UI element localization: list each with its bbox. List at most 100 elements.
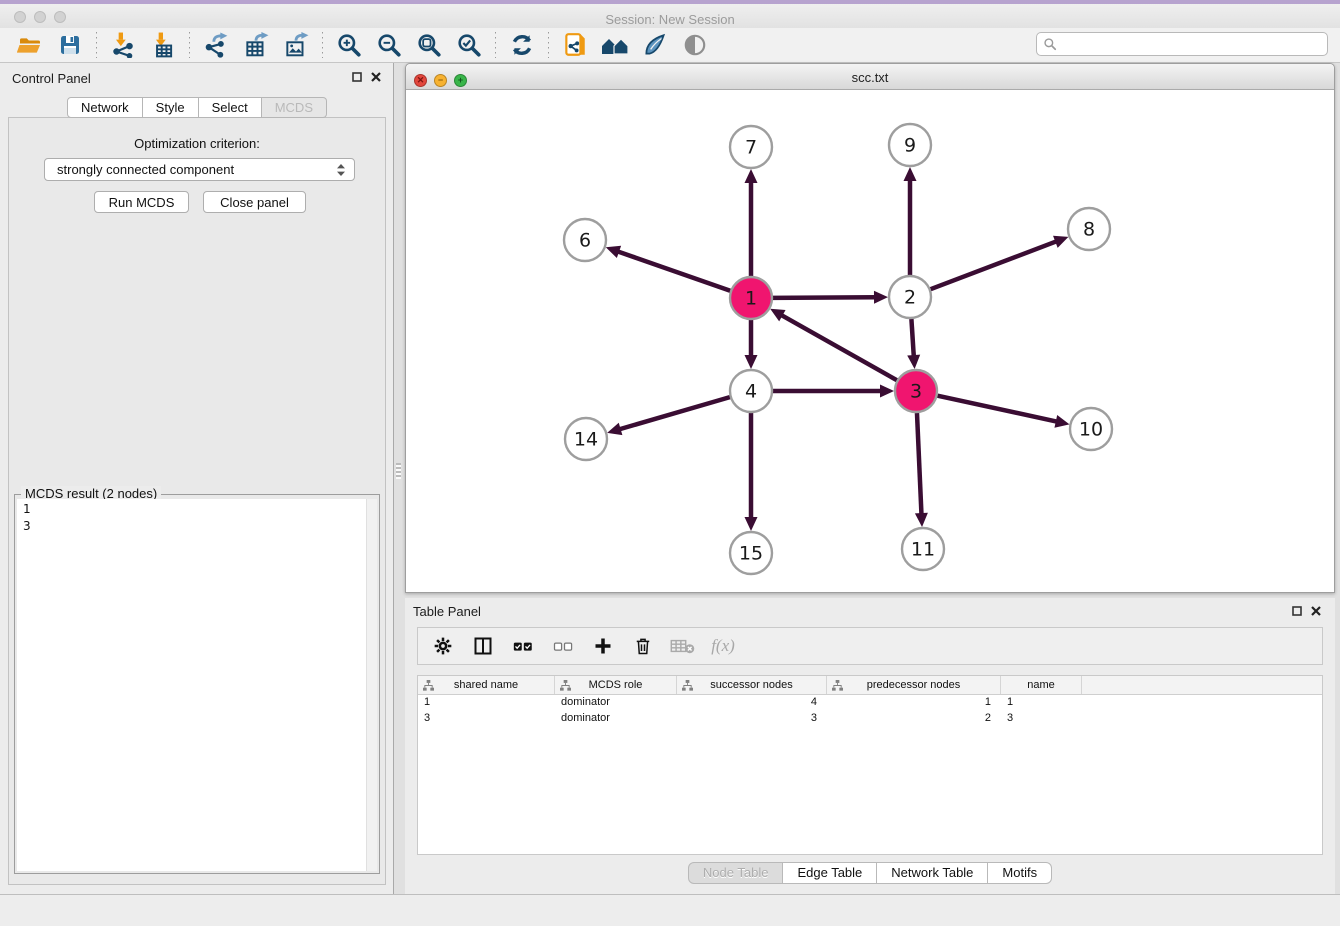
show-columns-button[interactable] (470, 633, 496, 659)
edge-arrowhead (1054, 415, 1069, 428)
network-graph[interactable]: 7968124314101511 (406, 90, 1334, 592)
open-session-button[interactable] (10, 30, 50, 60)
table-cell[interactable]: 3 (677, 711, 827, 727)
edge-1-2[interactable] (773, 297, 876, 298)
column-header-predecessor-nodes[interactable]: predecessor nodes (827, 676, 1001, 694)
run-mcds-button[interactable]: Run MCDS (94, 191, 189, 213)
edge-arrowhead (745, 355, 758, 369)
node-label-4: 4 (745, 381, 757, 403)
table-cell[interactable]: 3 (1001, 711, 1082, 727)
tab-motifs[interactable]: Motifs (988, 862, 1052, 884)
node-table[interactable]: shared nameMCDS rolesuccessor nodesprede… (417, 675, 1323, 855)
edge-arrowhead (874, 291, 888, 304)
table-cell[interactable]: 1 (827, 695, 1001, 711)
close-panel-icon[interactable] (371, 72, 381, 82)
table-cell[interactable]: 4 (677, 695, 827, 711)
zoom-selected-icon (456, 32, 482, 58)
zoom-out-icon (376, 32, 402, 58)
toolbar-separator (189, 32, 190, 58)
float-panel-icon[interactable] (352, 72, 362, 82)
search-input[interactable] (1036, 32, 1328, 56)
table-body: 1dominator4113dominator323 (418, 695, 1322, 727)
column-header-name[interactable]: name (1001, 676, 1082, 694)
node-label-15: 15 (739, 543, 763, 565)
refresh-layout-button[interactable] (502, 30, 542, 60)
network-view-window[interactable]: ✕−+ scc.txt 7968124314101511 (405, 63, 1335, 593)
panel-splitter-handle[interactable] (396, 463, 401, 479)
table-settings-button[interactable] (430, 633, 456, 659)
window-title: Session: New Session (0, 12, 1340, 27)
node-label-8: 8 (1083, 219, 1095, 241)
edge-3-1[interactable] (781, 315, 897, 381)
column-header-shared-name[interactable]: shared name (418, 676, 555, 694)
mcds-result-text[interactable]: 1 3 (17, 499, 367, 871)
close-panel-button[interactable]: Close panel (203, 191, 306, 213)
close-table-panel-icon[interactable] (1311, 606, 1321, 616)
node-label-9: 9 (904, 135, 916, 157)
main-titlebar[interactable]: Session: New Session (0, 4, 1340, 28)
node-label-6: 6 (579, 230, 591, 252)
tab-select[interactable]: Select (199, 97, 262, 118)
column-header-successor-nodes[interactable]: successor nodes (677, 676, 827, 694)
toolbar-separator (495, 32, 496, 58)
tab-edge-table[interactable]: Edge Table (783, 862, 877, 884)
tab-node-table[interactable]: Node Table (688, 862, 784, 884)
network-window-titlebar[interactable]: ✕−+ scc.txt (406, 64, 1334, 90)
table-row[interactable]: 3dominator323 (418, 711, 1322, 727)
import-table-button[interactable] (143, 30, 183, 60)
edge-3-10[interactable] (937, 396, 1057, 422)
deselect-all-columns-button[interactable] (550, 633, 576, 659)
edge-arrowhead (915, 513, 928, 527)
zoom-in-button[interactable] (329, 30, 369, 60)
table-cell[interactable]: 1 (1001, 695, 1082, 711)
select-all-columns-button[interactable] (510, 633, 536, 659)
edge-2-8[interactable] (931, 241, 1058, 289)
duplicate-network-icon (562, 32, 588, 58)
delete-column-button[interactable] (630, 633, 656, 659)
import-network-button[interactable] (103, 30, 143, 60)
open-folder-icon (17, 33, 43, 57)
eye-icon (682, 32, 708, 58)
float-table-panel-icon[interactable] (1292, 606, 1302, 616)
mcds-result-scrollbar[interactable] (366, 499, 377, 871)
table-cell[interactable]: dominator (555, 711, 677, 727)
column-header-MCDS-role[interactable]: MCDS role (555, 676, 677, 694)
tab-style[interactable]: Style (143, 97, 199, 118)
table-cell[interactable]: 1 (418, 695, 555, 711)
criterion-select[interactable]: strongly connected component (44, 158, 355, 181)
paintbrush-icon (642, 32, 668, 58)
table-panel-tabs: Node TableEdge TableNetwork TableMotifs (405, 862, 1335, 884)
table-row[interactable]: 1dominator411 (418, 695, 1322, 711)
zoom-fit-button[interactable] (409, 30, 449, 60)
zoom-out-button[interactable] (369, 30, 409, 60)
tab-network[interactable]: Network (67, 97, 143, 118)
edge-2-3[interactable] (911, 319, 913, 357)
edge-3-11[interactable] (917, 413, 922, 515)
edge-1-6[interactable] (617, 251, 730, 291)
export-table-button[interactable] (236, 30, 276, 60)
edge-4-14[interactable] (619, 397, 730, 429)
network-canvas[interactable]: 7968124314101511 (406, 90, 1334, 592)
tab-network-table[interactable]: Network Table (877, 862, 988, 884)
apply-style-button[interactable] (635, 30, 675, 60)
zoom-selected-button[interactable] (449, 30, 489, 60)
toolbar-separator (322, 32, 323, 58)
create-column-button[interactable] (590, 633, 616, 659)
duplicate-network-button[interactable] (555, 30, 595, 60)
first-neighbors-button[interactable] (595, 30, 635, 60)
table-cell[interactable]: 2 (827, 711, 1001, 727)
table-cell[interactable]: 3 (418, 711, 555, 727)
criterion-value: strongly connected component (57, 162, 234, 177)
export-image-button[interactable] (276, 30, 316, 60)
control-panel-title: Control Panel (12, 71, 91, 86)
table-panel: Table Panel (405, 598, 1335, 894)
export-network-icon (203, 32, 229, 58)
table-cell[interactable]: dominator (555, 695, 677, 711)
optimization-criterion-label: Optimization criterion: (0, 136, 394, 151)
control-panel-tabs: NetworkStyleSelectMCDS (0, 97, 394, 118)
show-hide-button[interactable] (675, 30, 715, 60)
tab-mcds[interactable]: MCDS (262, 97, 327, 118)
toolbar-separator (96, 32, 97, 58)
save-session-button[interactable] (50, 30, 90, 60)
export-network-button[interactable] (196, 30, 236, 60)
